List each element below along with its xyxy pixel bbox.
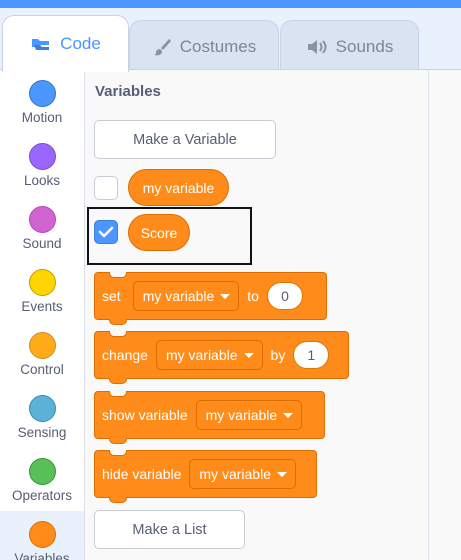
category-looks-icon xyxy=(29,143,56,170)
category-sound-icon xyxy=(29,206,56,233)
tab-code[interactable]: Code xyxy=(2,15,129,72)
category-events-icon xyxy=(29,269,56,296)
category-control[interactable]: Control xyxy=(0,322,84,385)
make-variable-button[interactable]: Make a Variable xyxy=(94,120,276,159)
tab-costumes[interactable]: Costumes xyxy=(129,20,279,72)
category-sound[interactable]: Sound xyxy=(0,196,84,259)
category-label: Control xyxy=(20,362,64,377)
category-label: Motion xyxy=(21,110,63,125)
category-label: Sound xyxy=(22,236,62,251)
tab-sounds-label: Sounds xyxy=(335,36,394,56)
top-menu-bar xyxy=(0,0,461,8)
category-label: Sensing xyxy=(17,425,67,440)
paintbrush-icon xyxy=(152,37,172,57)
category-operators[interactable]: Operators xyxy=(0,448,84,511)
category-label: Operators xyxy=(11,488,73,503)
category-control-icon xyxy=(29,332,56,359)
category-motion-icon xyxy=(29,80,56,107)
category-sensing[interactable]: Sensing xyxy=(0,385,84,448)
tab-sounds[interactable]: Sounds xyxy=(280,20,419,72)
tab-costumes-label: Costumes xyxy=(179,36,257,56)
category-motion[interactable]: Motion xyxy=(0,70,84,133)
category-events[interactable]: Events xyxy=(0,259,84,322)
category-label: Looks xyxy=(23,173,61,188)
script-area-edge xyxy=(428,70,461,560)
tab-code-label: Code xyxy=(60,34,101,53)
category-sensing-icon xyxy=(29,395,56,422)
category-label: Variables xyxy=(14,551,70,560)
category-variables[interactable]: Variables xyxy=(0,511,84,560)
category-label: Events xyxy=(21,299,63,314)
speaker-icon xyxy=(306,38,328,56)
category-operators-icon xyxy=(29,458,56,485)
category-looks[interactable]: Looks xyxy=(0,133,84,196)
category-variables-icon xyxy=(29,521,56,548)
code-blocks-icon xyxy=(30,36,52,52)
category-menu: Motion Looks Sound Events Control Sensin… xyxy=(0,70,85,560)
